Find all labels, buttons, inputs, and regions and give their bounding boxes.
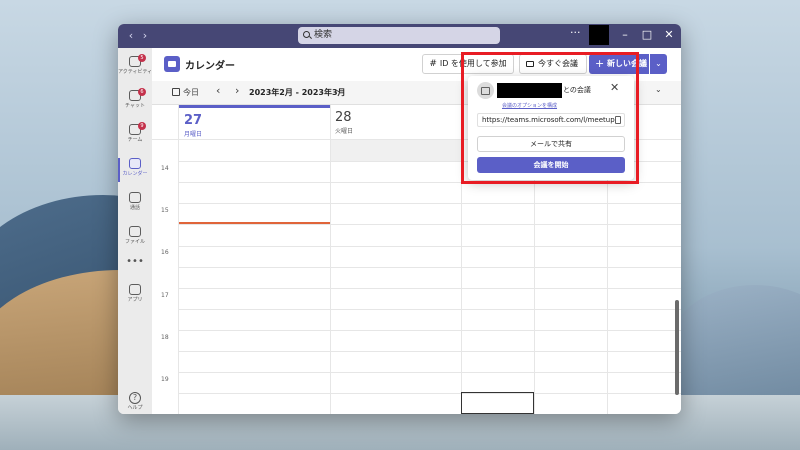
minimize-icon[interactable]: –: [617, 27, 633, 43]
new-meeting-dropdown[interactable]: ⌄: [650, 54, 667, 74]
rail-item-label: アプリ: [127, 297, 143, 303]
calendar-today-icon: [172, 88, 180, 96]
hash-icon: #: [429, 59, 437, 69]
rail-item-chat[interactable]: 6 チャット: [118, 86, 152, 120]
rail-item-label: カレンダー: [122, 171, 148, 177]
hour-line: [178, 246, 681, 247]
close-icon[interactable]: ✕: [661, 27, 677, 43]
column-divider: [178, 105, 179, 414]
day-name: 月曜日: [184, 131, 203, 138]
calendar-icon: [164, 56, 180, 72]
highlight-box: [461, 52, 639, 184]
half-hour-line: [178, 309, 681, 310]
hour-label: 18: [161, 334, 169, 341]
hour-label: 14: [161, 165, 169, 172]
date-range[interactable]: 2023年2月 - 2023年3月: [249, 87, 346, 98]
back-arrow-icon[interactable]: ‹: [124, 28, 138, 44]
title-bar: ‹ › 検索 ··· – □ ✕: [118, 24, 681, 48]
more-apps-icon[interactable]: •••: [118, 256, 152, 267]
today-button[interactable]: 今日: [172, 87, 199, 98]
rail-item-activity[interactable]: 5 アクティビティ: [118, 52, 152, 86]
help-icon: ?: [129, 392, 141, 404]
chevron-down-icon[interactable]: ⌄: [655, 85, 662, 94]
day-name: 火曜日: [335, 128, 354, 135]
vertical-scrollbar[interactable]: [675, 300, 679, 395]
activity-badge: 5: [138, 54, 146, 62]
chat-badge: 6: [138, 88, 146, 96]
search-placeholder: 検索: [314, 30, 333, 40]
search-box[interactable]: 検索: [298, 27, 500, 44]
rail-item-label: 通話: [129, 205, 140, 211]
current-time-indicator: [179, 222, 330, 224]
rail-item-files[interactable]: ファイル: [118, 222, 152, 256]
more-options-icon[interactable]: ···: [570, 26, 581, 39]
day-number: 27: [184, 113, 203, 128]
half-hour-line: [178, 351, 681, 352]
all-day-slot: [330, 139, 461, 161]
column-divider: [330, 105, 331, 414]
hour-line: [178, 288, 681, 289]
phone-icon: [129, 192, 141, 203]
avatar[interactable]: [589, 25, 609, 45]
half-hour-line: [178, 224, 681, 225]
page-title: カレンダー: [185, 61, 235, 72]
chevron-down-icon[interactable]: ⌄: [335, 85, 342, 94]
rail-item-label: チャット: [125, 103, 145, 109]
maximize-icon[interactable]: □: [639, 27, 655, 43]
apps-grid-icon: [129, 284, 141, 295]
rail-item-label: チーム: [127, 137, 143, 143]
day-number: 28: [335, 110, 352, 125]
hour-label: 17: [161, 292, 169, 299]
prev-week-icon[interactable]: ‹: [216, 84, 220, 97]
selected-time-slot[interactable]: [461, 392, 534, 414]
hour-line: [178, 330, 681, 331]
half-hour-line: [178, 393, 681, 394]
rail-item-apps[interactable]: アプリ: [118, 280, 152, 314]
rail-item-calls[interactable]: 通話: [118, 188, 152, 222]
half-hour-line: [178, 267, 681, 268]
rail-item-calendar[interactable]: カレンダー: [118, 154, 152, 188]
forward-arrow-icon[interactable]: ›: [138, 28, 152, 44]
rail-item-label: アクティビティ: [118, 69, 153, 75]
day-header[interactable]: 27 月曜日: [179, 105, 330, 139]
today-label: 今日: [183, 88, 199, 97]
desktop-hill: [670, 285, 800, 405]
hour-label: 15: [161, 207, 169, 214]
calendar-icon: [129, 158, 141, 169]
hour-label: 16: [161, 249, 169, 256]
hour-label: 19: [161, 376, 169, 383]
rail-item-teams[interactable]: 9 チーム: [118, 120, 152, 154]
file-icon: [129, 226, 141, 237]
rail-item-label: ファイル: [124, 239, 145, 245]
hour-line: [178, 372, 681, 373]
hour-line: [178, 203, 681, 204]
app-rail: 5 アクティビティ 6 チャット 9 チーム カレンダー 通話 ファイル •••: [118, 48, 152, 414]
next-week-icon[interactable]: ›: [235, 84, 239, 97]
search-icon: [303, 31, 310, 38]
rail-item-label: ヘルプ: [127, 405, 143, 411]
rail-item-help[interactable]: ? ヘルプ: [118, 392, 152, 411]
day-header[interactable]: 28 火曜日: [330, 105, 461, 139]
teams-badge: 9: [138, 122, 146, 130]
